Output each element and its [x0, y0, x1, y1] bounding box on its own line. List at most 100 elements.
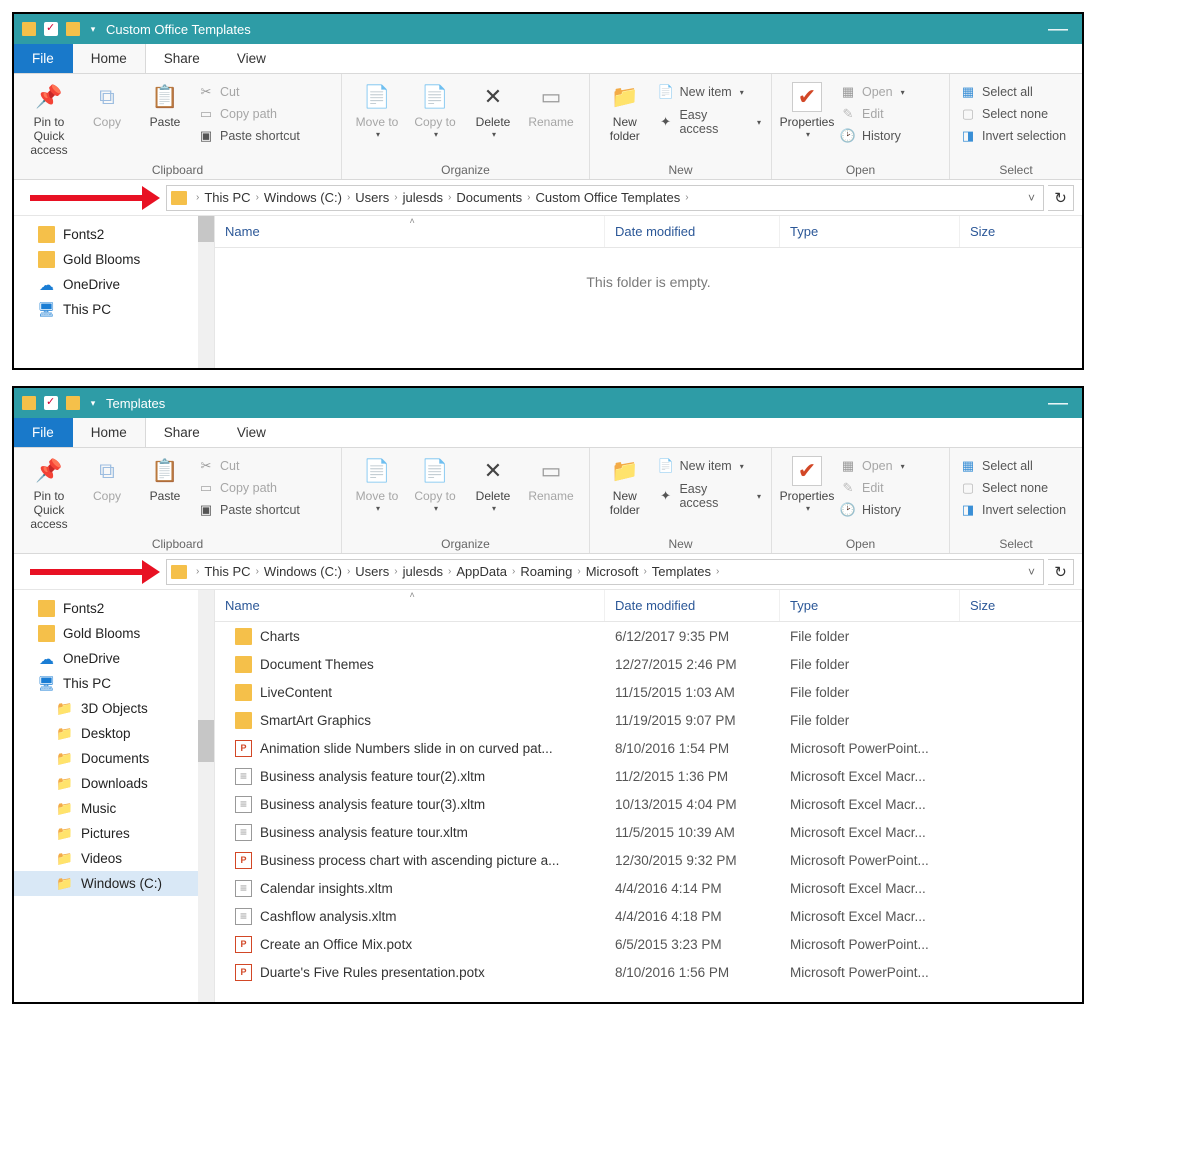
- breadcrumb-segment[interactable]: Users›: [355, 190, 402, 205]
- file-row[interactable]: Charts 6/12/2017 9:35 PM File folder: [215, 622, 1082, 650]
- navigation-pane[interactable]: Fonts2Gold Blooms☁OneDrive🖥This PC📁3D Ob…: [14, 590, 214, 1002]
- nav-item[interactable]: ☁OneDrive: [14, 646, 214, 671]
- breadcrumb-segment[interactable]: julesds›: [403, 564, 457, 579]
- open-button[interactable]: ▦Open▾: [836, 456, 909, 476]
- paste-shortcut-button[interactable]: ▣Paste shortcut: [194, 126, 304, 146]
- nav-item[interactable]: 📁Music: [14, 796, 214, 821]
- column-header-type[interactable]: Type: [780, 590, 960, 621]
- column-header-type[interactable]: Type: [780, 216, 960, 247]
- tab-share[interactable]: Share: [146, 44, 219, 73]
- cut-button[interactable]: ✂Cut: [194, 456, 304, 476]
- new-item-button[interactable]: 📄New item▾: [654, 456, 765, 476]
- delete-button[interactable]: ✕Delete▾: [464, 452, 522, 517]
- file-row[interactable]: ≡Business analysis feature tour.xltm 11/…: [215, 818, 1082, 846]
- column-header-name[interactable]: Name˄: [215, 590, 605, 621]
- rename-button[interactable]: ▭Rename: [522, 78, 580, 134]
- new-folder-button[interactable]: 📁New folder: [596, 78, 654, 148]
- breadcrumb-segment[interactable]: Custom Office Templates›: [535, 190, 693, 205]
- tab-file[interactable]: File: [14, 418, 73, 447]
- column-header-date[interactable]: Date modified: [605, 216, 780, 247]
- file-row[interactable]: PBusiness process chart with ascending p…: [215, 846, 1082, 874]
- address-history-dropdown[interactable]: ˅: [1024, 565, 1039, 579]
- breadcrumb-segment[interactable]: Templates›: [652, 564, 725, 579]
- easy-access-button[interactable]: ✦Easy access▾: [654, 106, 765, 138]
- breadcrumb-segment[interactable]: This PC›: [204, 190, 264, 205]
- nav-item[interactable]: Gold Blooms: [14, 247, 214, 272]
- file-row[interactable]: ≡Business analysis feature tour(2).xltm …: [215, 762, 1082, 790]
- new-folder-button[interactable]: 📁New folder: [596, 452, 654, 522]
- cut-button[interactable]: ✂Cut: [194, 82, 304, 102]
- nav-item[interactable]: ☁OneDrive: [14, 272, 214, 297]
- tab-view[interactable]: View: [219, 44, 285, 73]
- copy-button[interactable]: ⧉Copy: [78, 452, 136, 508]
- scrollbar[interactable]: [198, 216, 214, 368]
- tab-view[interactable]: View: [219, 418, 285, 447]
- pin-to-quick-access-button[interactable]: 📌Pin to Quick access: [20, 78, 78, 161]
- tab-share[interactable]: Share: [146, 418, 219, 447]
- column-header-size[interactable]: Size: [960, 216, 1082, 247]
- copy-button[interactable]: ⧉Copy: [78, 78, 136, 134]
- tab-home[interactable]: Home: [73, 418, 146, 447]
- nav-item[interactable]: 🖥This PC: [14, 297, 214, 322]
- file-row[interactable]: ≡Business analysis feature tour(3).xltm …: [215, 790, 1082, 818]
- column-header-size[interactable]: Size: [960, 590, 1082, 621]
- breadcrumb-path[interactable]: › This PC›Windows (C:)›Users›julesds›Doc…: [166, 185, 1044, 211]
- nav-item[interactable]: 📁Videos: [14, 846, 214, 871]
- select-all-button[interactable]: Select all: [956, 456, 1070, 476]
- file-row[interactable]: Document Themes 12/27/2015 2:46 PM File …: [215, 650, 1082, 678]
- column-header-date[interactable]: Date modified: [605, 590, 780, 621]
- nav-item[interactable]: 📁Pictures: [14, 821, 214, 846]
- file-row[interactable]: ≡Calendar insights.xltm 4/4/2016 4:14 PM…: [215, 874, 1082, 902]
- refresh-button[interactable]: ↻: [1048, 559, 1074, 585]
- scrollbar[interactable]: [198, 590, 214, 1002]
- address-history-dropdown[interactable]: ˅: [1024, 191, 1039, 205]
- file-row[interactable]: LiveContent 11/15/2015 1:03 AM File fold…: [215, 678, 1082, 706]
- file-row[interactable]: ≡Cashflow analysis.xltm 4/4/2016 4:18 PM…: [215, 902, 1082, 930]
- edit-button[interactable]: ✎Edit: [836, 104, 909, 124]
- breadcrumb-segment[interactable]: Windows (C:)›: [264, 190, 355, 205]
- tab-home[interactable]: Home: [73, 44, 146, 73]
- breadcrumb-segment[interactable]: Microsoft›: [586, 564, 652, 579]
- breadcrumb-segment[interactable]: This PC›: [204, 564, 264, 579]
- properties-qat-icon[interactable]: [44, 22, 58, 36]
- invert-selection-button[interactable]: Invert selection: [956, 126, 1070, 146]
- nav-item[interactable]: 📁Documents: [14, 746, 214, 771]
- easy-access-button[interactable]: ✦Easy access▾: [654, 480, 765, 512]
- breadcrumb-path[interactable]: › This PC›Windows (C:)›Users›julesds›App…: [166, 559, 1044, 585]
- paste-shortcut-button[interactable]: ▣Paste shortcut: [194, 500, 304, 520]
- column-header-name[interactable]: Name˄: [215, 216, 605, 247]
- file-row[interactable]: PCreate an Office Mix.potx 6/5/2015 3:23…: [215, 930, 1082, 958]
- nav-item[interactable]: 📁3D Objects: [14, 696, 214, 721]
- breadcrumb-segment[interactable]: Roaming›: [520, 564, 585, 579]
- nav-item[interactable]: 🖥This PC: [14, 671, 214, 696]
- history-button[interactable]: 🕑History: [836, 500, 909, 520]
- invert-selection-button[interactable]: Invert selection: [956, 500, 1070, 520]
- breadcrumb-segment[interactable]: AppData›: [456, 564, 520, 579]
- file-row[interactable]: SmartArt Graphics 11/19/2015 9:07 PM Fil…: [215, 706, 1082, 734]
- breadcrumb-segment[interactable]: Windows (C:)›: [264, 564, 355, 579]
- select-none-button[interactable]: Select none: [956, 478, 1070, 498]
- pin-to-quick-access-button[interactable]: 📌Pin to Quick access: [20, 452, 78, 535]
- select-none-button[interactable]: Select none: [956, 104, 1070, 124]
- select-all-button[interactable]: Select all: [956, 82, 1070, 102]
- breadcrumb-segment[interactable]: julesds›: [403, 190, 457, 205]
- copy-path-button[interactable]: ▭Copy path: [194, 104, 304, 124]
- copy-path-button[interactable]: ▭Copy path: [194, 478, 304, 498]
- file-row[interactable]: PDuarte's Five Rules presentation.potx 8…: [215, 958, 1082, 986]
- refresh-button[interactable]: ↻: [1048, 185, 1074, 211]
- qat-dropdown[interactable]: ▾: [88, 398, 98, 408]
- navigation-pane[interactable]: Fonts2Gold Blooms☁OneDrive🖥This PC: [14, 216, 214, 368]
- rename-button[interactable]: ▭Rename: [522, 452, 580, 508]
- nav-item[interactable]: Gold Blooms: [14, 621, 214, 646]
- tab-file[interactable]: File: [14, 44, 73, 73]
- minimize-button[interactable]: —: [1042, 392, 1074, 415]
- nav-item[interactable]: 📁Desktop: [14, 721, 214, 746]
- nav-item[interactable]: 📁Downloads: [14, 771, 214, 796]
- nav-item[interactable]: Fonts2: [14, 222, 214, 247]
- open-button[interactable]: ▦Open▾: [836, 82, 909, 102]
- move-to-button[interactable]: 📄Move to▾: [348, 78, 406, 143]
- titlebar[interactable]: ▾ Custom Office Templates —: [14, 14, 1082, 44]
- new-item-button[interactable]: 📄New item▾: [654, 82, 765, 102]
- minimize-button[interactable]: —: [1042, 18, 1074, 41]
- nav-item[interactable]: Fonts2: [14, 596, 214, 621]
